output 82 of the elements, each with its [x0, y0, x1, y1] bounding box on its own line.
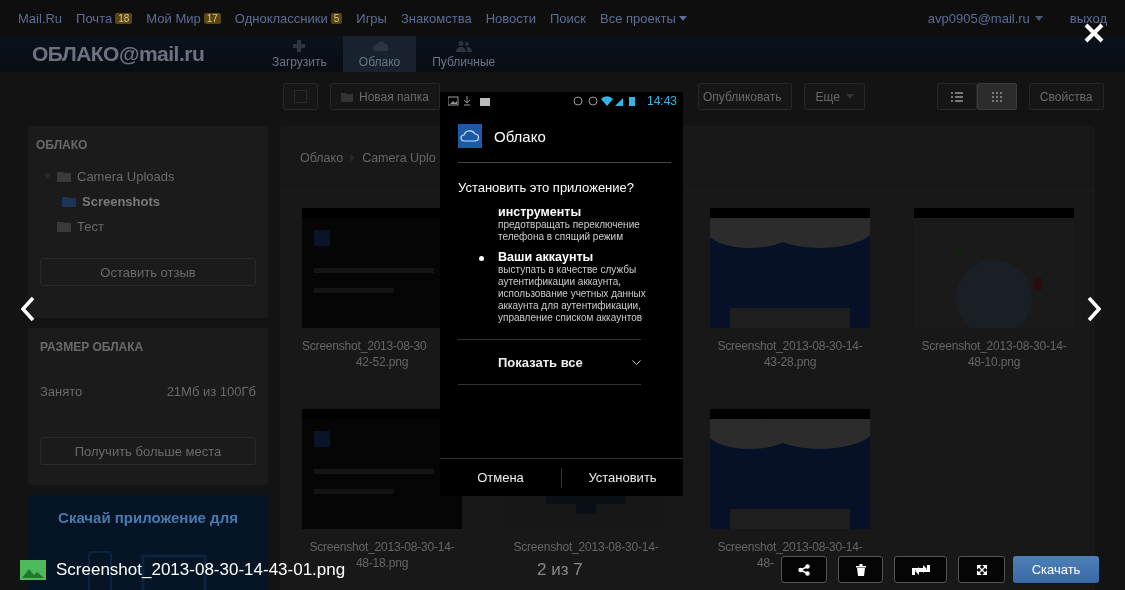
nav-tab[interactable]: Загрузить — [256, 36, 343, 72]
breadcrumb-link[interactable]: Camera Uplo — [362, 151, 436, 165]
folder-item[interactable]: Screenshots — [36, 189, 260, 214]
show-all-button[interactable]: Показать все — [458, 339, 641, 385]
file-name[interactable]: 48- — [757, 555, 774, 571]
file-name[interactable]: 48-18.png — [355, 555, 409, 571]
action-button[interactable] — [958, 556, 1005, 583]
nav-tab[interactable]: Публичные — [416, 36, 512, 72]
nav-tab[interactable]: Облако — [342, 36, 417, 72]
file-name[interactable]: 42-52.png — [355, 354, 409, 370]
file-name[interactable]: Screenshot_2013-08-30-14- — [309, 539, 455, 555]
file-name[interactable]: 48-10.png — [967, 354, 1021, 370]
fullscreen-icon — [976, 564, 987, 575]
image-counter: 2 из 7 — [537, 559, 583, 580]
app-title: Облако — [494, 127, 546, 145]
list-icon — [950, 91, 963, 102]
view-toggle[interactable] — [976, 83, 1017, 110]
breadcrumb-link[interactable]: Облако — [300, 151, 344, 165]
top-link[interactable]: Почта — [76, 10, 113, 26]
folder-icon — [57, 221, 71, 232]
top-link[interactable]: Mail.Ru — [18, 10, 63, 26]
logo: ОБЛАКО@mail.ru — [32, 42, 206, 66]
folder-item[interactable]: Тест — [36, 214, 260, 239]
panel-title: РАЗМЕР ОБЛАКА — [39, 340, 145, 354]
permission-description: выступать в качестве службы аутентификации аккаунта, использование учетных данных аккаунта для аутентификации, управление списком аккаунтов — [498, 264, 647, 324]
account-link[interactable]: avp0905@mail.ru — [927, 10, 1030, 26]
cloud-app-icon — [458, 124, 482, 148]
folder-icon — [57, 171, 71, 182]
permission-title: Ваши аккаунты — [498, 250, 595, 264]
view-toggle[interactable] — [936, 83, 977, 110]
file-name[interactable]: Screenshot_2013-08-30-14- — [513, 539, 659, 555]
used-value: 21Мб из 100Гб — [166, 384, 256, 399]
grid-icon — [991, 91, 1002, 102]
file-name[interactable]: Screenshot_2013-08-30-14- — [717, 338, 863, 354]
permission-description: предотвращать переключение телефона в спящий режим — [498, 219, 641, 243]
chevron-icon — [632, 359, 641, 365]
more-space-button[interactable]: Получить больше места — [40, 437, 256, 465]
top-link[interactable]: Игры — [356, 10, 387, 26]
plus-icon — [291, 39, 308, 53]
count-badge: 17 — [203, 12, 221, 24]
file-name[interactable]: Screenshot_2013-08-30 — [302, 338, 427, 354]
count-badge: 5 — [330, 12, 343, 24]
image-icon — [20, 559, 46, 580]
action-button[interactable] — [894, 556, 947, 583]
caret-icon — [1034, 15, 1043, 21]
properties-button[interactable]: Свойства — [1028, 83, 1104, 110]
dialog-button[interactable]: Отмена — [440, 470, 561, 485]
folder-item[interactable]: Camera Uploads — [36, 164, 260, 189]
used-label: Занято — [40, 384, 83, 399]
toolbar-button[interactable]: Опубликовать — [697, 83, 793, 110]
feedback-button[interactable]: Оставить отзыв — [40, 258, 256, 286]
file-title: Screenshot_2013-08-30-14-43-01.png — [56, 559, 346, 580]
top-link[interactable]: Мой Мир — [146, 10, 201, 26]
action-button[interactable] — [781, 556, 827, 583]
toolbar-button[interactable]: Еще — [804, 83, 865, 110]
file-name[interactable]: Screenshot_2013-08-30-14- — [717, 539, 863, 555]
status-time: 14:43 — [646, 94, 677, 108]
file-name[interactable]: 43-28.png — [763, 354, 817, 370]
caret-icon — [845, 94, 854, 99]
logout-link[interactable]: выход — [1069, 10, 1107, 26]
share-icon — [798, 563, 810, 576]
toolbar-button[interactable]: Новая папка — [330, 83, 440, 110]
top-link[interactable]: Поиск — [550, 10, 587, 26]
people-icon — [455, 39, 472, 53]
permission-title: инструменты — [498, 205, 583, 219]
folder-icon — [62, 196, 76, 207]
rotate-icon — [911, 564, 930, 575]
promo-title: Скачай приложение для — [58, 509, 238, 526]
download-button[interactable]: Скачать — [1013, 556, 1099, 583]
top-link[interactable]: Все проекты — [600, 10, 676, 26]
file-name[interactable]: Screenshot_2013-08-30-14- — [921, 338, 1067, 354]
top-link[interactable]: Знакомства — [400, 10, 472, 26]
action-button[interactable] — [838, 556, 883, 583]
folder-icon — [341, 91, 353, 102]
trash-icon — [855, 563, 866, 576]
install-question: Установить это приложение? — [458, 180, 635, 195]
top-link[interactable]: Новости — [485, 10, 536, 26]
count-badge: 18 — [115, 12, 133, 24]
top-link[interactable]: Одноклассники — [234, 10, 328, 26]
dialog-button[interactable]: Установить — [562, 470, 683, 485]
bullet-icon — [479, 256, 484, 261]
panel-title: ОБЛАКО — [36, 138, 89, 152]
